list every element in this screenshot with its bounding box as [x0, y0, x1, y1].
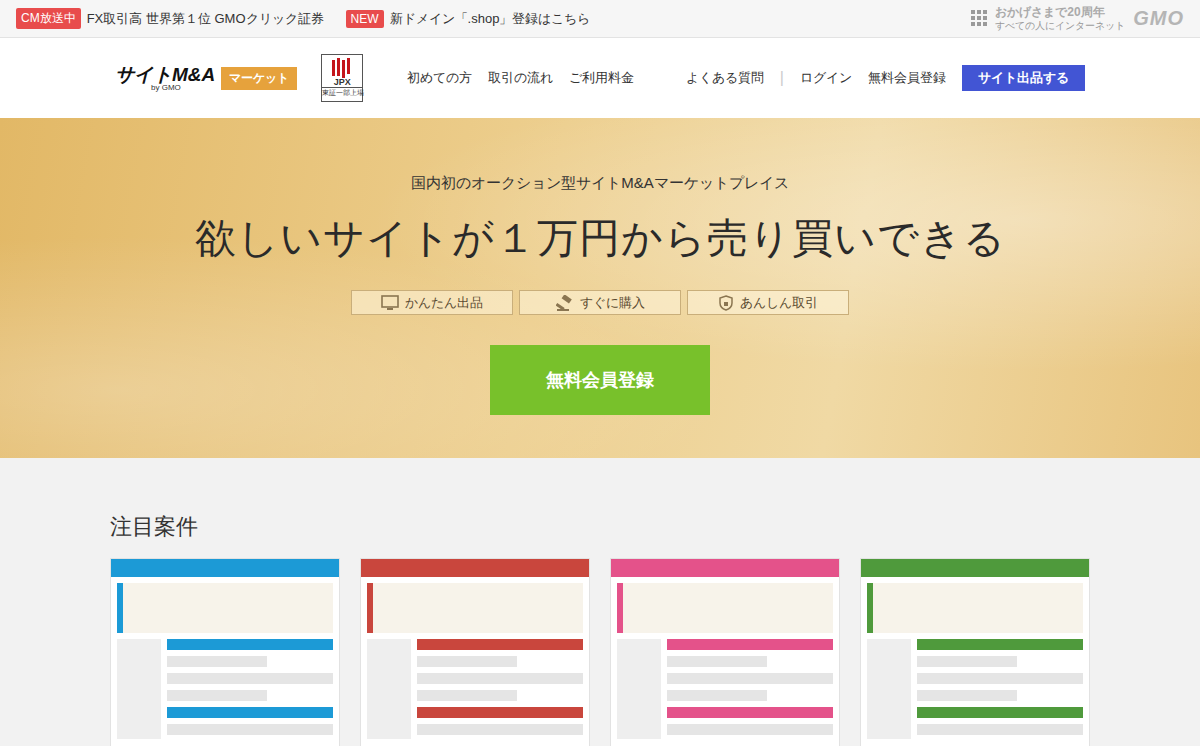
- feature-badge: かんたん出品: [351, 290, 513, 315]
- hero: 国内初のオークション型サイトM&Aマーケットプレイス欲しいサイトが１万円から売り…: [0, 118, 1200, 458]
- site-thumbnail: [860, 558, 1090, 746]
- site-logo[interactable]: サイトM&Aby GMOマーケット: [115, 65, 297, 92]
- gavel-icon: [556, 295, 574, 311]
- featured-section: 注目案件: [0, 458, 1200, 746]
- listing-card[interactable]: [110, 558, 340, 746]
- promo-badge: CM放送中: [16, 8, 81, 29]
- listing-card[interactable]: [610, 558, 840, 746]
- header: サイトM&Aby GMOマーケット JPX東証一部上場 初めての方取引の流れご利用料…: [0, 38, 1200, 118]
- listing-card[interactable]: [860, 558, 1090, 746]
- gmo-logo[interactable]: GMO: [1133, 7, 1184, 30]
- site-thumbnail: [610, 558, 840, 746]
- anniversary-text: おかげさまで20周年すべての人にインターネット: [995, 5, 1125, 31]
- header-link[interactable]: ログイン: [800, 69, 852, 87]
- faq-link[interactable]: よくある質問: [686, 69, 764, 87]
- site-thumbnail: [360, 558, 590, 746]
- separator: |: [780, 69, 784, 87]
- main-nav: 初めての方取引の流れご利用料金: [407, 69, 634, 87]
- jpx-logo: JPX東証一部上場: [321, 54, 363, 102]
- list-site-button[interactable]: サイト出品する: [962, 65, 1085, 91]
- site-thumbnail: [110, 558, 340, 746]
- signup-button[interactable]: 無料会員登録: [490, 345, 710, 415]
- nav-link[interactable]: 初めての方: [407, 69, 472, 87]
- page: CM放送中FX取引高 世界第１位 GMOクリック証券 NEW新ドメイン「.shop…: [0, 0, 1200, 746]
- promo-badge: NEW: [346, 10, 384, 28]
- feature-badge: あんしん取引: [687, 290, 849, 315]
- listing-card[interactable]: [360, 558, 590, 746]
- nav-link[interactable]: 取引の流れ: [488, 69, 553, 87]
- monitor-icon: [381, 295, 399, 311]
- promo-link[interactable]: CM放送中FX取引高 世界第１位 GMOクリック証券: [16, 8, 324, 29]
- nav-link[interactable]: ご利用料金: [569, 69, 634, 87]
- section-title: 注目案件: [110, 512, 1090, 542]
- promo-link[interactable]: NEW新ドメイン「.shop」登録はこちら: [346, 8, 591, 29]
- top-bar: CM放送中FX取引高 世界第１位 GMOクリック証券 NEW新ドメイン「.shop…: [0, 0, 1200, 38]
- shield-icon: [718, 295, 734, 311]
- grid-icon[interactable]: [971, 10, 987, 26]
- jpx-icon: [331, 58, 353, 78]
- feature-badge: すぐに購入: [519, 290, 681, 315]
- hero-title: 欲しいサイトが１万円から売り買いできる: [195, 211, 1006, 266]
- header-link[interactable]: 無料会員登録: [868, 69, 946, 87]
